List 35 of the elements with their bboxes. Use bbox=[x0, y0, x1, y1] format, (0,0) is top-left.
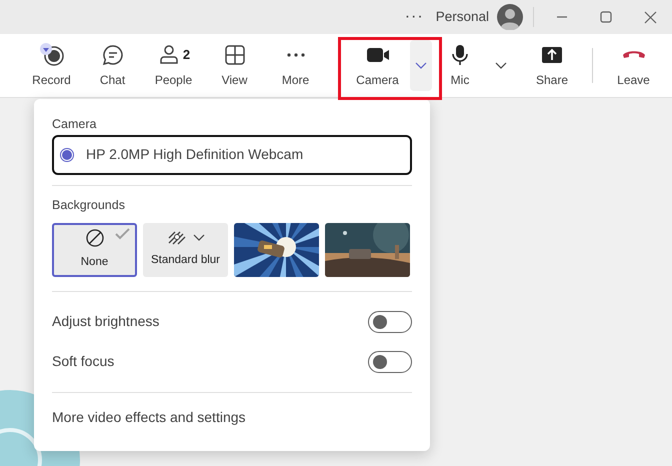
chat-button[interactable]: Chat bbox=[82, 34, 143, 97]
record-button[interactable]: Record bbox=[21, 34, 82, 97]
minimize-icon[interactable] bbox=[556, 16, 568, 18]
toggle-switch[interactable] bbox=[368, 310, 412, 332]
blur-icon bbox=[166, 230, 204, 246]
mic-button[interactable]: Mic bbox=[440, 34, 480, 97]
phone-hangup-icon bbox=[622, 50, 646, 59]
participant-count: 2 bbox=[182, 46, 190, 64]
no-entry-icon bbox=[84, 228, 104, 248]
background-option[interactable]: Standard blur bbox=[143, 222, 228, 276]
section-label: Camera bbox=[52, 116, 98, 133]
account-name[interactable]: Personal bbox=[436, 6, 489, 28]
toggle-label: Adjust brightness bbox=[52, 312, 160, 331]
avatar[interactable] bbox=[497, 4, 523, 30]
camera-option[interactable]: HP 2.0MP High Definition Webcam bbox=[52, 134, 412, 175]
close-icon[interactable] bbox=[644, 10, 656, 24]
settings-link[interactable]: More video effects and settings bbox=[52, 406, 246, 428]
grid-icon bbox=[222, 42, 246, 66]
toggle-switch[interactable] bbox=[368, 350, 412, 372]
more-button[interactable]: More bbox=[265, 34, 326, 97]
share-button[interactable]: Share bbox=[522, 34, 582, 97]
checkmark-icon bbox=[115, 228, 131, 240]
more-icon bbox=[286, 52, 304, 56]
radio-button[interactable] bbox=[60, 148, 74, 162]
record-icon bbox=[38, 42, 64, 66]
people-button[interactable]: 2 People bbox=[143, 34, 204, 97]
background-option[interactable]: None bbox=[52, 222, 137, 276]
view-button[interactable]: View bbox=[204, 34, 265, 97]
chat-icon bbox=[100, 42, 124, 66]
maximize-icon[interactable] bbox=[600, 11, 612, 23]
toggle-label: Soft focus bbox=[52, 352, 114, 371]
leave-button[interactable]: Leave bbox=[603, 34, 664, 97]
section-label: Backgrounds bbox=[52, 196, 126, 214]
camera-button[interactable]: Camera bbox=[345, 34, 410, 97]
more-options-button[interactable]: ··· bbox=[404, 5, 424, 29]
